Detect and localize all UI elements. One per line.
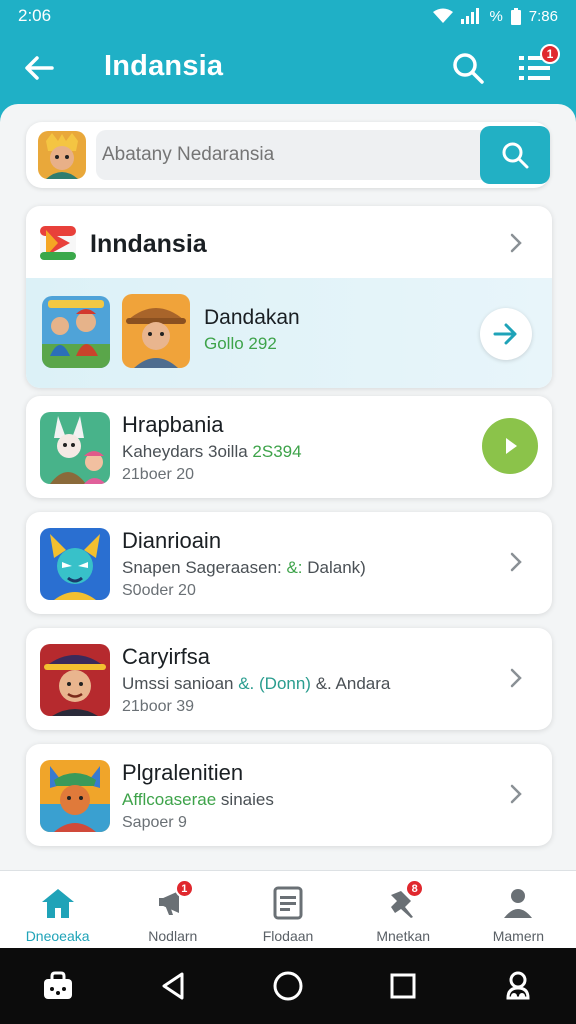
pin-icon: 8 bbox=[383, 879, 425, 921]
battery-icon bbox=[510, 7, 521, 25]
item-meta: 21boer 20 bbox=[122, 466, 195, 483]
list-item[interactable]: Caryirfsa Umssi sanioan &. (Donn) &. And… bbox=[26, 628, 552, 730]
item-title: Hrapbania bbox=[122, 412, 224, 437]
featured-card[interactable]: Inndansia Dandakan Gollo 292 bbox=[26, 206, 552, 388]
search-icon bbox=[502, 142, 529, 169]
system-recents-button[interactable] bbox=[381, 964, 425, 1008]
chevron-right-icon[interactable] bbox=[506, 552, 526, 572]
list-badge: 1 bbox=[540, 44, 560, 64]
home-icon bbox=[38, 885, 78, 921]
featured-header[interactable]: Inndansia bbox=[26, 206, 552, 278]
nav-item-notifications[interactable]: 1 Nodlarn bbox=[115, 871, 230, 948]
fox-hero-thumbnail-icon bbox=[40, 528, 110, 600]
item-title: Caryirfsa bbox=[122, 644, 211, 669]
item-title: Plgralenitien bbox=[122, 760, 244, 785]
search-input[interactable] bbox=[96, 130, 504, 180]
arrow-left-icon bbox=[25, 56, 54, 80]
item-subtitle: Umssi sanioan &. (Donn) &. Andara bbox=[122, 674, 391, 693]
nav-label: Mnetkan bbox=[376, 928, 431, 944]
square-recents-icon bbox=[390, 973, 416, 999]
arrow-right-icon bbox=[493, 323, 517, 345]
pirate-thumbnail-icon bbox=[40, 644, 110, 716]
play-button[interactable] bbox=[482, 418, 538, 474]
featured-item[interactable]: Dandakan Gollo 292 bbox=[26, 278, 552, 388]
chevron-right-icon[interactable] bbox=[506, 668, 526, 688]
person-icon bbox=[498, 885, 538, 921]
item-meta: 21boor 39 bbox=[122, 698, 195, 715]
status-clock-right: 7:86 bbox=[528, 7, 558, 25]
document-icon bbox=[268, 885, 308, 921]
list-item[interactable]: Dianrioain Snapen Sageraasen: &: Dalank)… bbox=[26, 512, 552, 614]
bottom-navigation: Dneoeaka 1 Nodlarn Flodaan 8 Mnetkan Mam… bbox=[0, 870, 576, 948]
nav-badge: 8 bbox=[405, 879, 425, 898]
play-store-logo-icon bbox=[40, 226, 76, 260]
nav-label: Dneoeaka bbox=[25, 928, 90, 944]
item-meta: Sapoer 9 bbox=[122, 814, 187, 831]
system-bag-button[interactable] bbox=[36, 964, 80, 1008]
featured-item-sub: Gollo 292 bbox=[204, 334, 277, 353]
status-time: 2:06 bbox=[18, 6, 52, 25]
list-item[interactable]: Plgralenitien Afflcoaserae sinaies Sapoe… bbox=[26, 744, 552, 846]
system-navigation-bar bbox=[0, 948, 576, 1024]
page-title: Indansia bbox=[104, 50, 224, 82]
item-subtitle: Snapen Sageraasen: &: Dalank) bbox=[122, 558, 366, 577]
featured-item-name: Dandakan bbox=[204, 306, 300, 329]
cat-hero-thumbnail-icon bbox=[40, 760, 110, 832]
item-meta: S0oder 20 bbox=[122, 582, 196, 599]
open-button[interactable] bbox=[480, 308, 532, 360]
megaphone-icon: 1 bbox=[153, 879, 194, 921]
search-submit-button[interactable] bbox=[480, 126, 550, 184]
search-bar bbox=[26, 122, 550, 188]
group-thumbnail-icon bbox=[42, 296, 110, 368]
back-button[interactable] bbox=[20, 49, 58, 87]
circle-home-icon bbox=[273, 971, 303, 1001]
nav-label: Mamern bbox=[492, 928, 545, 944]
system-home-button[interactable] bbox=[266, 964, 310, 1008]
chevron-right-icon bbox=[510, 233, 522, 253]
chevron-right-icon[interactable] bbox=[506, 784, 526, 804]
rabbit-thumbnail-icon bbox=[40, 412, 110, 484]
nav-item-market[interactable]: 8 Mnetkan bbox=[346, 871, 461, 948]
nav-badge: 1 bbox=[174, 879, 194, 898]
system-assistant-button[interactable] bbox=[496, 964, 540, 1008]
item-subtitle: Afflcoaserae sinaies bbox=[122, 790, 274, 809]
search-icon bbox=[453, 53, 484, 84]
nav-item-documents[interactable]: Flodaan bbox=[230, 871, 345, 948]
signal-icon bbox=[461, 8, 480, 24]
appbar-list-button[interactable]: 1 bbox=[514, 44, 560, 88]
nav-item-home[interactable]: Dneoeaka bbox=[0, 871, 115, 948]
wifi-icon bbox=[433, 8, 454, 23]
battery-text: % bbox=[489, 7, 503, 25]
appbar-search-button[interactable] bbox=[448, 48, 488, 88]
system-back-button[interactable] bbox=[151, 964, 195, 1008]
featured-title: Inndansia bbox=[90, 230, 207, 258]
nav-label: Flodaan bbox=[262, 928, 314, 944]
assistant-icon bbox=[506, 971, 530, 1000]
bag-icon bbox=[43, 971, 72, 999]
list-item[interactable]: Hrapbania Kaheydars 3oilla 2S394 21boer … bbox=[26, 396, 552, 498]
status-bar: 2:06 % 7:86 bbox=[0, 0, 576, 32]
nav-item-profile[interactable]: Mamern bbox=[461, 871, 576, 948]
status-icons: % 7:86 bbox=[433, 7, 558, 25]
item-subtitle: Kaheydars 3oilla 2S394 bbox=[122, 442, 302, 461]
nav-label: Nodlarn bbox=[148, 928, 198, 944]
triangle-back-icon bbox=[162, 972, 184, 1000]
item-title: Dianrioain bbox=[122, 528, 222, 553]
hero-avatar-icon bbox=[38, 131, 86, 179]
app-bar: Indansia 1 bbox=[0, 32, 576, 104]
main-content: Inndansia Dandakan Gollo 292 Hrapbania K… bbox=[0, 104, 576, 870]
play-icon bbox=[506, 438, 517, 454]
cowboy-thumbnail-icon bbox=[122, 294, 190, 368]
